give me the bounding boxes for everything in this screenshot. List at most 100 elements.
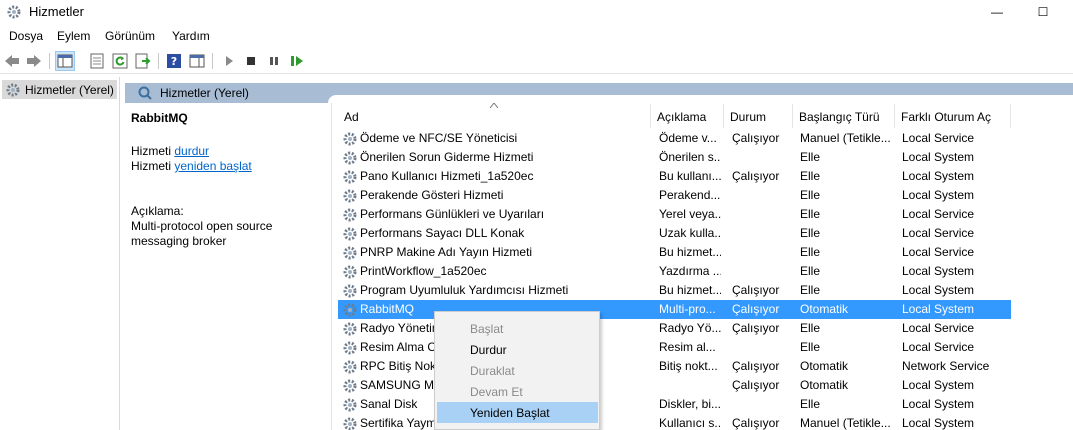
service-startup-type-cell: Elle bbox=[800, 150, 821, 164]
service-gear-icon bbox=[342, 245, 358, 261]
service-name-cell: PNRP Makine Adı Yayın Hizmeti bbox=[360, 245, 533, 259]
tree-item-services-local[interactable]: Hizmetler (Yerel) bbox=[2, 80, 117, 99]
svg-text:?: ? bbox=[171, 55, 177, 68]
column-header-name[interactable]: Ad bbox=[338, 104, 651, 128]
service-status-cell: Çalışıyor bbox=[732, 321, 780, 335]
table-row[interactable]: Önerilen Sorun Giderme Hizmeti Önerilen s… bbox=[338, 148, 1011, 167]
table-row[interactable]: Performans Günlükleri ve Uyarıları Yerel … bbox=[338, 205, 1011, 224]
service-startup-type-cell: Elle bbox=[800, 226, 821, 240]
service-name-cell: Perakende Gösteri Hizmeti bbox=[360, 188, 504, 202]
service-startup-type-cell: Elle bbox=[800, 169, 821, 183]
table-row[interactable]: PrintWorkflow_1a520ec Yazdırma ... Elle Loc… bbox=[338, 262, 1011, 281]
context-menu-item[interactable]: Başlat bbox=[437, 318, 598, 339]
service-log-on-as-cell: Local System bbox=[902, 283, 975, 297]
title-bar: Hizmetler — ☐ bbox=[0, 0, 1073, 24]
stop-service-link[interactable]: durdur bbox=[174, 144, 209, 158]
service-startup-type-cell: Otomatik bbox=[800, 378, 849, 392]
context-menu-item[interactable]: Yeniden Başlat bbox=[437, 402, 598, 423]
column-header-status[interactable]: Durum bbox=[724, 104, 793, 128]
service-status-cell: Çalışıyor bbox=[732, 359, 780, 373]
service-startup-type-cell: Manuel (Tetikle... bbox=[800, 416, 891, 430]
service-description-cell: Multi-pro... bbox=[659, 302, 716, 316]
service-description-cell: Önerilen s... bbox=[659, 150, 721, 164]
restart-service-line: Hizmeti yeniden başlat bbox=[131, 159, 252, 173]
restart-service-link[interactable]: yeniden başlat bbox=[174, 159, 251, 173]
context-menu: Başlat Durdur Duraklat Devam Et Yeniden Başl… bbox=[434, 311, 600, 430]
service-description-cell: Ödeme v... bbox=[659, 131, 717, 145]
table-row[interactable]: Ödeme ve NFC/SE Yöneticisi Ödeme v... Çalı… bbox=[338, 129, 1011, 148]
service-status-cell: Çalışıyor bbox=[732, 131, 780, 145]
service-log-on-as-cell: Local System bbox=[902, 264, 975, 278]
service-log-on-as-cell: Local Service bbox=[902, 245, 975, 259]
service-description-cell: Bu kullanı... bbox=[659, 169, 721, 183]
column-header-log-on-as[interactable]: Farklı Oturum Aç bbox=[895, 104, 1011, 128]
properties-icon[interactable] bbox=[87, 51, 107, 71]
service-status-cell: Çalışıyor bbox=[732, 169, 780, 183]
window-title: Hizmetler bbox=[29, 4, 84, 19]
service-gear-icon bbox=[342, 131, 358, 147]
service-gear-icon bbox=[342, 302, 358, 318]
refresh-icon[interactable] bbox=[110, 51, 130, 71]
service-startup-type-cell: Elle bbox=[800, 321, 821, 335]
service-log-on-as-cell: Local System bbox=[902, 378, 975, 392]
service-name-cell: Pano Kullanıcı Hizmeti_1a520ec bbox=[360, 169, 534, 183]
table-row[interactable]: Program Uyumluluk Yardımcısı Hizmeti Bu h… bbox=[338, 281, 1011, 300]
menu-action[interactable]: Eylem bbox=[57, 29, 90, 43]
back-icon[interactable] bbox=[2, 51, 22, 71]
menu-bar: Dosya Eylem Görünüm Yardım bbox=[0, 26, 1073, 46]
pause-service-icon[interactable] bbox=[264, 51, 284, 71]
column-header-startup-type[interactable]: Başlangıç Türü bbox=[793, 104, 895, 128]
menu-file[interactable]: Dosya bbox=[9, 29, 43, 43]
service-log-on-as-cell: Local System bbox=[902, 169, 975, 183]
service-description-cell: Yerel veya... bbox=[659, 207, 721, 221]
service-name-cell: Performans Sayacı DLL Konak bbox=[360, 226, 525, 240]
service-gear-icon bbox=[342, 264, 358, 280]
service-startup-type-cell: Elle bbox=[800, 340, 821, 354]
service-log-on-as-cell: Local System bbox=[902, 302, 975, 316]
maximize-button[interactable]: ☐ bbox=[1020, 0, 1066, 24]
column-header-description[interactable]: Açıklama bbox=[651, 104, 724, 128]
service-name-cell: Önerilen Sorun Giderme Hizmeti bbox=[360, 150, 534, 164]
help-icon[interactable]: ? bbox=[164, 51, 184, 71]
minimize-button[interactable]: — bbox=[974, 0, 1020, 24]
service-log-on-as-cell: Local Service bbox=[902, 226, 975, 240]
table-row[interactable]: Perakende Gösteri Hizmeti Perakend... Elle… bbox=[338, 186, 1011, 205]
service-startup-type-cell: Elle bbox=[800, 245, 821, 259]
start-service-icon[interactable] bbox=[219, 51, 239, 71]
service-log-on-as-cell: Local System bbox=[902, 188, 975, 202]
stop-service-icon[interactable] bbox=[241, 51, 261, 71]
service-log-on-as-cell: Local System bbox=[902, 150, 975, 164]
service-gear-icon bbox=[342, 397, 358, 413]
service-log-on-as-cell: Local System bbox=[902, 397, 975, 411]
table-row[interactable]: PNRP Makine Adı Yayın Hizmeti Bu hizmet..… bbox=[338, 243, 1011, 262]
menu-help[interactable]: Yardım bbox=[172, 29, 210, 43]
service-gear-icon bbox=[342, 359, 358, 375]
service-status-cell: Çalışıyor bbox=[732, 283, 780, 297]
forward-icon[interactable] bbox=[24, 51, 44, 71]
stop-service-line: Hizmeti durdur bbox=[131, 144, 209, 158]
show-hide-tree-icon[interactable] bbox=[55, 51, 75, 71]
service-gear-icon bbox=[342, 150, 358, 166]
service-startup-type-cell: Otomatik bbox=[800, 359, 849, 373]
tree-pane: Hizmetler (Yerel) bbox=[0, 77, 120, 430]
context-menu-item[interactable]: Devam Et bbox=[437, 381, 598, 402]
restart-service-icon[interactable] bbox=[287, 51, 307, 71]
service-description-cell: Bitiş nokt... bbox=[659, 359, 718, 373]
context-menu-item[interactable]: Durdur bbox=[437, 339, 598, 360]
stop-prefix: Hizmeti bbox=[131, 144, 172, 158]
export-icon[interactable] bbox=[133, 51, 153, 71]
service-gear-icon bbox=[342, 283, 358, 299]
table-row[interactable]: Performans Sayacı DLL Konak Uzak kulla...… bbox=[338, 224, 1011, 243]
service-name-cell: Program Uyumluluk Yardımcısı Hizmeti bbox=[360, 283, 569, 297]
service-gear-icon bbox=[342, 321, 358, 337]
tree-item-label: Hizmetler (Yerel) bbox=[25, 82, 114, 97]
table-row[interactable]: Pano Kullanıcı Hizmeti_1a520ec Bu kullanı… bbox=[338, 167, 1011, 186]
service-gear-icon bbox=[342, 226, 358, 242]
restart-prefix: Hizmeti bbox=[131, 159, 172, 173]
pane-header-title: Hizmetler (Yerel) bbox=[160, 86, 249, 100]
menu-view[interactable]: Görünüm bbox=[105, 29, 155, 43]
show-hide-action-pane-icon[interactable] bbox=[187, 51, 207, 71]
service-description-cell: Diskler, bi... bbox=[659, 397, 721, 411]
service-description-cell: Radyo Yö... bbox=[659, 321, 721, 335]
context-menu-item[interactable]: Duraklat bbox=[437, 360, 598, 381]
